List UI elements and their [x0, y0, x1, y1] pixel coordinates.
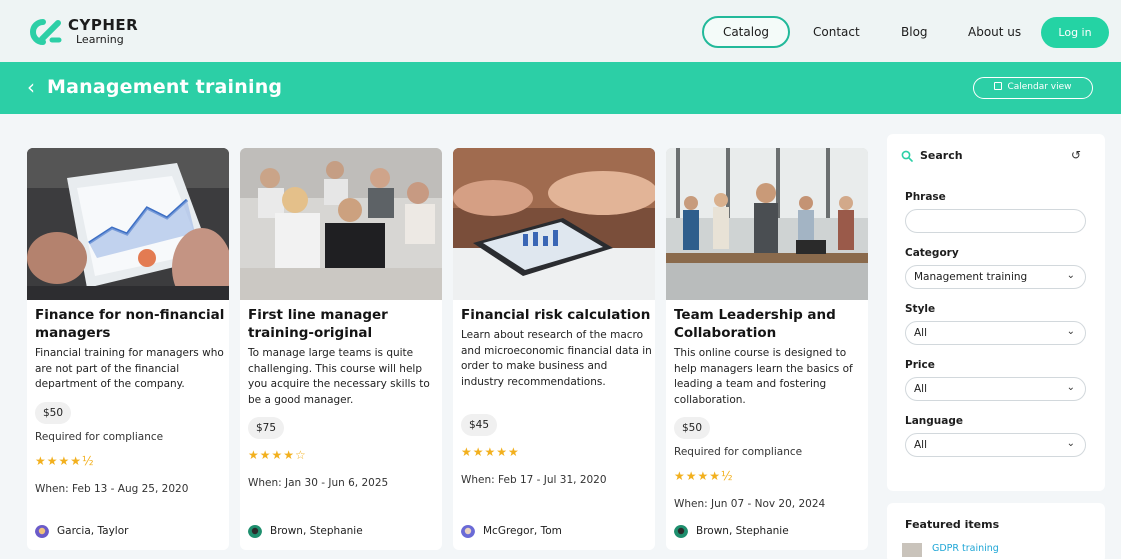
style-value: All — [914, 327, 928, 339]
search-panel: Search ↺ Phrase Category Management trai… — [887, 134, 1105, 491]
style-select[interactable]: All ⌄ — [905, 321, 1086, 345]
course-description: Learn about research of the macro and mi… — [461, 329, 652, 388]
nav-blog[interactable]: Blog — [901, 25, 928, 39]
course-dates: When: Jan 30 - Jun 6, 2025 — [248, 477, 389, 489]
brand-subname: Learning — [76, 33, 124, 46]
author-name: McGregor, Tom — [483, 525, 562, 537]
price-badge: $50 — [674, 417, 711, 439]
reset-icon[interactable]: ↺ — [1071, 148, 1081, 162]
nav-catalog[interactable]: Catalog — [702, 16, 790, 48]
course-title[interactable]: First line manager training-original — [248, 306, 438, 342]
author-name: Brown, Stephanie — [696, 525, 789, 537]
chevron-down-icon: ⌄ — [1066, 438, 1075, 449]
author: Garcia, Taylor — [35, 524, 128, 538]
login-button[interactable]: Log in — [1041, 17, 1109, 48]
category-value: Management training — [914, 271, 1028, 283]
course-card[interactable]: Team Leadership and Collaboration This o… — [666, 148, 868, 550]
avatar — [35, 524, 49, 538]
star-rating: ★★★★½ — [35, 454, 95, 468]
calendar-icon — [994, 82, 1003, 90]
language-select[interactable]: All ⌄ — [905, 433, 1086, 457]
course-dates: When: Jun 07 - Nov 20, 2024 — [674, 498, 826, 510]
course-image — [27, 148, 229, 300]
avatar — [674, 524, 688, 538]
page-header: ‹ Management training Calendar view — [0, 62, 1121, 114]
course-card[interactable]: First line manager training-original To … — [240, 148, 442, 550]
brand-logo[interactable]: CYPHER Learning — [28, 18, 138, 45]
page-title: Management training — [47, 76, 283, 98]
star-rating: ★★★★★ — [461, 445, 520, 459]
course-card[interactable]: Financial risk calculation Learn about r… — [453, 148, 655, 550]
course-dates: When: Feb 17 - Jul 31, 2020 — [461, 474, 607, 486]
price-badge: $50 — [35, 402, 72, 424]
calendar-view-button[interactable]: Calendar view — [973, 77, 1093, 99]
author-name: Brown, Stephanie — [270, 525, 363, 537]
course-title[interactable]: Team Leadership and Collaboration — [674, 306, 864, 342]
course-description: To manage large teams is quite challengi… — [248, 347, 430, 406]
nav-about-us[interactable]: About us — [968, 25, 1021, 39]
course-title[interactable]: Financial risk calculation — [461, 306, 651, 324]
author: McGregor, Tom — [461, 524, 562, 538]
featured-thumbnail[interactable] — [902, 543, 922, 557]
language-value: All — [914, 439, 928, 451]
author: Brown, Stephanie — [248, 524, 363, 538]
search-icon — [901, 150, 913, 162]
featured-title: Featured items — [905, 518, 1000, 531]
price-badge: $75 — [248, 417, 285, 439]
course-image — [240, 148, 442, 300]
brand-name: CYPHER — [68, 16, 139, 34]
chevron-down-icon: ⌄ — [1066, 270, 1075, 281]
logo-icon — [30, 18, 62, 45]
course-image — [453, 148, 655, 300]
phrase-label: Phrase — [905, 191, 946, 203]
avatar — [461, 524, 475, 538]
course-card[interactable]: Finance for non-financial managers Finan… — [27, 148, 229, 550]
featured-panel: Featured items GDPR training — [887, 503, 1105, 559]
course-description: Financial training for managers who are … — [35, 347, 224, 390]
star-rating: ★★★★☆ — [248, 448, 307, 462]
avatar — [248, 524, 262, 538]
course-description: This online course is designed to help m… — [674, 347, 853, 406]
featured-item-link[interactable]: GDPR training — [932, 543, 999, 554]
price-select[interactable]: All ⌄ — [905, 377, 1086, 401]
category-select[interactable]: Management training ⌄ — [905, 265, 1086, 289]
price-value: All — [914, 383, 928, 395]
calendar-view-label: Calendar view — [1007, 82, 1072, 92]
course-title[interactable]: Finance for non-financial managers — [35, 306, 225, 342]
chevron-down-icon: ⌄ — [1066, 326, 1075, 337]
price-badge: $45 — [461, 414, 498, 436]
compliance-label: Required for compliance — [674, 446, 803, 458]
author-name: Garcia, Taylor — [57, 525, 129, 537]
back-chevron-icon[interactable]: ‹ — [27, 76, 35, 98]
compliance-label: Required for compliance — [35, 431, 164, 443]
course-dates: When: Feb 13 - Aug 25, 2020 — [35, 483, 189, 495]
language-label: Language — [905, 415, 963, 427]
author: Brown, Stephanie — [674, 524, 789, 538]
category-label: Category — [905, 247, 959, 259]
search-title: Search — [920, 149, 963, 162]
chevron-down-icon: ⌄ — [1066, 382, 1075, 393]
star-rating: ★★★★½ — [674, 469, 734, 483]
course-image — [666, 148, 868, 300]
phrase-input[interactable] — [905, 209, 1086, 233]
top-nav-bar: CYPHER Learning Catalog Contact Blog Abo… — [0, 0, 1121, 62]
nav-contact[interactable]: Contact — [813, 25, 860, 39]
style-label: Style — [905, 303, 936, 315]
price-label: Price — [905, 359, 935, 371]
